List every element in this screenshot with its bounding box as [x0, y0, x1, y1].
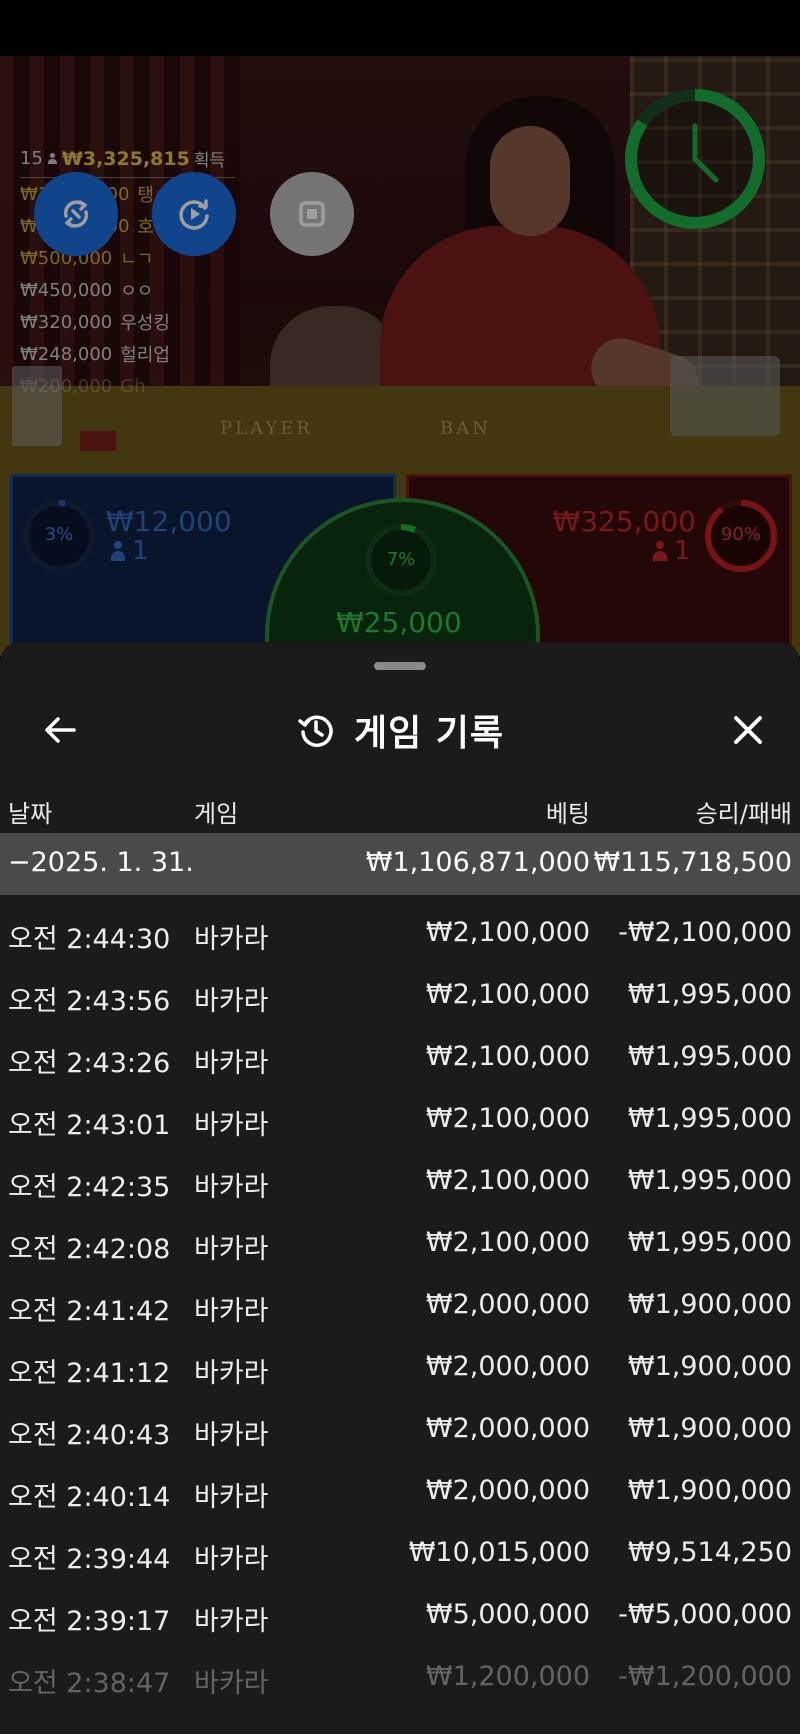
history-icon: [298, 715, 333, 747]
row-result: ₩1,900,000: [627, 1351, 792, 1382]
row-result: ₩1,995,000: [627, 1041, 792, 1072]
row-time: 오전 2:44:30: [8, 924, 171, 955]
row-time: 오전 2:43:01: [8, 1110, 171, 1141]
summary-result: ₩115,718,500: [593, 847, 792, 878]
row-bet: ₩2,100,000: [425, 1103, 590, 1134]
table-row[interactable]: 오전 2:39:17 바카라 ₩5,000,000 -₩5,000,000: [0, 1577, 800, 1639]
row-result: ₩1,900,000: [627, 1289, 792, 1320]
row-bet: ₩2,100,000: [425, 1227, 590, 1258]
drag-handle[interactable]: [374, 662, 426, 670]
row-bet: ₩2,100,000: [425, 979, 590, 1010]
row-time: 오전 2:38:47: [8, 1668, 171, 1699]
row-time: 오전 2:39:44: [8, 1544, 171, 1575]
row-game: 바카라: [194, 1420, 269, 1451]
row-bet: ₩2,000,000: [425, 1475, 590, 1506]
row-result: ₩1,995,000: [627, 1165, 792, 1196]
row-time: 오전 2:42:35: [8, 1172, 171, 1203]
row-game: 바카라: [194, 1110, 269, 1141]
row-game: 바카라: [194, 1358, 269, 1389]
row-bet: ₩5,000,000: [425, 1599, 590, 1630]
page-title: 게임 기록: [353, 713, 504, 754]
row-result: ₩1,900,000: [627, 1413, 792, 1444]
row-result: ₩9,514,250: [627, 1537, 792, 1568]
table-row[interactable]: 오전 2:40:14 바카라 ₩2,000,000 ₩1,900,000: [0, 1453, 800, 1515]
row-game: 바카라: [194, 1668, 269, 1699]
date-group-summary[interactable]: −2025. 1. 31. ₩1,106,871,000 ₩115,718,50…: [0, 833, 800, 895]
row-bet: ₩2,100,000: [425, 917, 590, 948]
table-row[interactable]: 오전 2:41:42 바카라 ₩2,000,000 ₩1,900,000: [0, 1267, 800, 1329]
table-row[interactable]: 오전 2:41:12 바카라 ₩2,000,000 ₩1,900,000: [0, 1329, 800, 1391]
row-bet: ₩2,000,000: [425, 1351, 590, 1382]
row-game: 바카라: [194, 1606, 269, 1637]
close-icon: [734, 716, 762, 744]
row-game: 바카라: [194, 986, 269, 1017]
row-result: -₩1,200,000: [618, 1661, 792, 1692]
row-result: ₩1,995,000: [627, 1103, 792, 1134]
game-history-sheet: 게임 기록 날짜 게임 베팅 승리/패배 −2025. 1. 31. ₩1,10…: [0, 642, 800, 1734]
row-time: 오전 2:39:17: [8, 1606, 171, 1637]
sheet-header: 게임 기록: [0, 678, 800, 774]
column-header-date: 날짜: [8, 800, 53, 828]
row-bet: ₩2,000,000: [425, 1413, 590, 1444]
row-game: 바카라: [194, 1544, 269, 1575]
row-game: 바카라: [194, 1234, 269, 1265]
row-result: -₩2,100,000: [618, 917, 792, 948]
table-row[interactable]: 오전 2:38:47 바카라 ₩1,200,000 -₩1,200,000: [0, 1639, 800, 1701]
row-time: 오전 2:40:43: [8, 1420, 171, 1451]
row-result: -₩5,000,000: [618, 1599, 792, 1630]
column-header-game: 게임: [194, 800, 239, 828]
status-bar: [0, 0, 800, 56]
row-time: 오전 2:40:14: [8, 1482, 171, 1513]
column-header-bet: 베팅: [545, 800, 590, 828]
row-time: 오전 2:43:56: [8, 986, 171, 1017]
row-bet: ₩2,100,000: [425, 1041, 590, 1072]
row-game: 바카라: [194, 1296, 269, 1327]
scene-dim-overlay: [0, 56, 800, 656]
row-game: 바카라: [194, 1482, 269, 1513]
row-result: ₩1,995,000: [627, 1227, 792, 1258]
row-game: 바카라: [194, 1048, 269, 1079]
row-bet: ₩10,015,000: [408, 1537, 590, 1568]
close-button[interactable]: [716, 698, 780, 762]
column-header-result: 승리/패배: [695, 800, 792, 828]
sheet-title-group: 게임 기록: [0, 704, 800, 756]
row-time: 오전 2:43:26: [8, 1048, 171, 1079]
table-row[interactable]: 오전 2:40:43 바카라 ₩2,000,000 ₩1,900,000: [0, 1391, 800, 1453]
row-time: 오전 2:41:12: [8, 1358, 171, 1389]
table-row[interactable]: 오전 2:43:26 바카라 ₩2,100,000 ₩1,995,000: [0, 1019, 800, 1081]
summary-bet: ₩1,106,871,000: [365, 847, 590, 878]
row-bet: ₩1,200,000: [425, 1661, 590, 1692]
row-result: ₩1,900,000: [627, 1475, 792, 1506]
table-row[interactable]: 오전 2:44:30 바카라 ₩2,100,000 -₩2,100,000: [0, 895, 800, 957]
table-row[interactable]: 오전 2:39:44 바카라 ₩10,015,000 ₩9,514,250: [0, 1515, 800, 1577]
history-rows: 오전 2:44:30 바카라 ₩2,100,000 -₩2,100,000 오전…: [0, 895, 800, 1701]
table-row[interactable]: 오전 2:43:56 바카라 ₩2,100,000 ₩1,995,000: [0, 957, 800, 1019]
row-time: 오전 2:42:08: [8, 1234, 171, 1265]
row-result: ₩1,995,000: [627, 979, 792, 1010]
row-game: 바카라: [194, 924, 269, 955]
row-game: 바카라: [194, 1172, 269, 1203]
table-row[interactable]: 오전 2:42:08 바카라 ₩2,100,000 ₩1,995,000: [0, 1205, 800, 1267]
summary-date: −2025. 1. 31.: [8, 847, 194, 878]
row-bet: ₩2,100,000: [425, 1165, 590, 1196]
row-time: 오전 2:41:42: [8, 1296, 171, 1327]
table-row[interactable]: 오전 2:42:35 바카라 ₩2,100,000 ₩1,995,000: [0, 1143, 800, 1205]
table-row[interactable]: 오전 2:43:01 바카라 ₩2,100,000 ₩1,995,000: [0, 1081, 800, 1143]
row-bet: ₩2,000,000: [425, 1289, 590, 1320]
